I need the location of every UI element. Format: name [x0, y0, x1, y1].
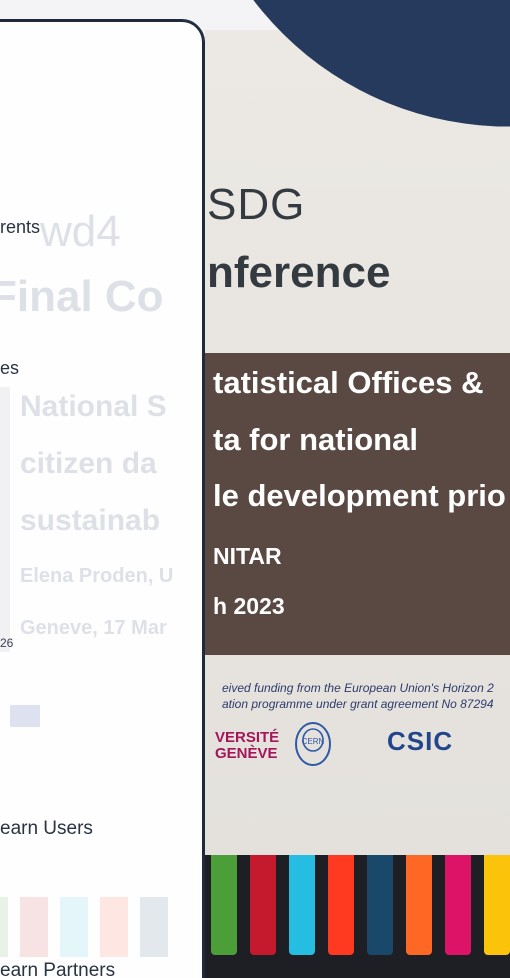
ghost-color-bar [140, 897, 168, 957]
sdg-color-bar [211, 855, 237, 955]
sdg-color-bar [445, 855, 471, 955]
sdg-color-bar [250, 855, 276, 955]
ghost-color-bar [60, 897, 88, 957]
ghost-title-line-1: wd4 [40, 207, 121, 256]
ghost-title-line-2: Final Co [0, 272, 164, 321]
slide-subtitle-line-1: tatistical Offices & [213, 365, 484, 400]
ghost-color-bar [20, 897, 48, 957]
sdg-color-bar [289, 855, 315, 955]
sdg-color-bar [367, 855, 393, 955]
slide-presenter: NITAR [213, 543, 282, 569]
sdg-color-bars [205, 855, 510, 978]
unige-logo-line-2: GENÈVE [215, 745, 278, 762]
ghost-presenter: Elena Proden, U [20, 565, 174, 587]
cern-logo-icon: CERN [295, 722, 331, 766]
ghost-color-bar [0, 897, 8, 957]
ghost-subtitle-line-3: sustainab [20, 504, 161, 537]
slide-date: h 2023 [213, 593, 285, 619]
menu-item-resources[interactable]: es [0, 358, 19, 379]
unige-logo: VERSITÉ GENÈVE [215, 730, 279, 762]
ghost-date: Geneve, 17 Mar [20, 617, 167, 639]
ghost-panel [0, 387, 10, 652]
slide-title-line-2: nference [207, 248, 391, 297]
ghost-subtitle-line-1: National S [20, 390, 167, 423]
menu-item-learn-users[interactable]: earn Users [0, 818, 93, 840]
sdg-color-bar [406, 855, 432, 955]
sdg-color-bar [328, 855, 354, 955]
sdg-color-bar [484, 855, 510, 955]
funding-line-1: eived funding from the European Union's … [222, 681, 494, 695]
slide-subtitle-line-2: ta for national [213, 422, 418, 457]
csic-logo: CSIC [387, 726, 454, 756]
unige-logo-line-1: VERSITÉ [215, 729, 280, 746]
menu-number: 26 [0, 636, 14, 650]
funding-notice: eived funding from the European Union's … [222, 680, 510, 712]
menu-item-learn-partners[interactable]: earn Partners [0, 960, 115, 978]
svg-text:CERN: CERN [302, 737, 325, 746]
partner-logos: VERSITÉ GENÈVE CERN CSIC [205, 720, 510, 800]
menu-item-events[interactable]: rents [0, 217, 40, 238]
funding-line-2: ation programme under grant agreement No… [222, 697, 494, 711]
slide-title-line-1: SDG [207, 180, 306, 229]
ghost-color-bars [0, 897, 180, 957]
ghost-subtitle-line-2: citizen da [20, 447, 157, 480]
ghost-color-bar [100, 897, 128, 957]
slide-subtitle-line-3: le development prio [213, 478, 506, 513]
screen: SDG nference tatistical Offices & ta for… [0, 0, 510, 978]
eu-flag-ghost [10, 705, 40, 727]
